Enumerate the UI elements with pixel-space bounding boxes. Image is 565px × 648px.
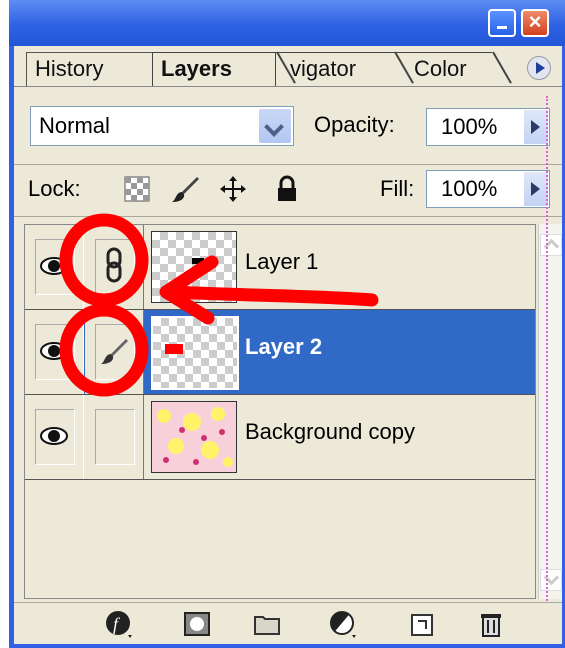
eye-icon [40,427,68,445]
layer-content-mark [192,258,204,264]
lock-label: Lock: [28,176,81,201]
layers-scrollbar[interactable] [538,224,562,599]
tabs-baseline [14,86,562,87]
folder-icon[interactable] [252,609,282,639]
palette-tabs: History vigator Color Layers [14,46,562,96]
link-toggle[interactable] [85,395,144,479]
chevron-down-icon[interactable] [259,109,291,143]
scroll-up-button[interactable] [540,234,562,256]
visibility-toggle[interactable] [25,395,84,479]
layer-thumbnail [151,401,237,473]
layer-style-icon[interactable]: f [104,609,134,639]
palette-menu-button[interactable] [527,56,551,80]
guide-line [546,96,548,636]
layer-thumbnail [151,316,239,390]
lock-pixels-brush-icon[interactable] [170,174,200,204]
layer-thumbnail [151,231,237,303]
new-layer-icon[interactable] [406,609,436,639]
layer-content-mark [165,344,183,354]
scroll-down-button[interactable] [540,569,562,591]
opacity-value: 100% [441,114,498,139]
blend-mode-value: Normal [39,113,110,138]
layer-name: Background copy [245,419,415,444]
title-bar: × [9,0,565,46]
eye-icon [40,342,68,360]
layer-name: Layer 2 [245,334,323,359]
minimize-button[interactable] [488,9,516,37]
background-pattern-image [152,402,236,472]
eye-icon [40,257,68,275]
opacity-field[interactable]: 100% [426,108,550,146]
fill-label: Fill: [380,176,415,201]
lock-transparency-icon[interactable] [122,174,152,204]
layers-list: Layer 1 Layer 2 Background copy [24,224,536,599]
close-button[interactable]: × [521,9,549,37]
link-icon [106,247,122,283]
brush-icon [101,339,128,364]
divider [14,164,562,165]
lock-all-icon[interactable] [272,174,302,204]
fill-value: 100% [441,176,498,201]
lock-move-icon[interactable] [218,174,248,204]
layer-row-selected[interactable]: Layer 2 [25,310,535,395]
link-box [95,409,135,465]
opacity-flyout-arrow-icon[interactable] [524,110,548,144]
tab-color[interactable]: Color [392,52,492,86]
layer-name: Layer 1 [245,249,319,274]
layers-palette: History vigator Color Layers Normal Opac… [14,46,562,644]
close-icon: × [528,9,542,34]
divider [14,216,562,217]
mask-icon[interactable] [182,609,212,639]
adjustment-icon[interactable] [328,609,358,639]
visibility-toggle[interactable] [25,310,84,394]
palette-bottom-bar: f [14,602,562,644]
fill-field[interactable]: 100% [426,170,550,208]
link-toggle[interactable] [85,225,144,309]
opacity-label: Opacity: [314,112,395,137]
tab-divider [492,51,512,84]
tab-history[interactable]: History [26,52,154,86]
trash-icon[interactable] [476,609,506,639]
paint-toggle[interactable] [85,310,144,394]
tab-layers[interactable]: Layers [152,52,276,86]
fill-flyout-arrow-icon[interactable] [524,172,548,206]
window-frame: × History vigator Color Layers Normal Op… [9,0,565,648]
layer-row[interactable]: Background copy [25,395,535,480]
layer-row[interactable]: Layer 1 [25,225,535,310]
visibility-toggle[interactable] [25,225,84,309]
blend-mode-select[interactable]: Normal [30,106,294,146]
